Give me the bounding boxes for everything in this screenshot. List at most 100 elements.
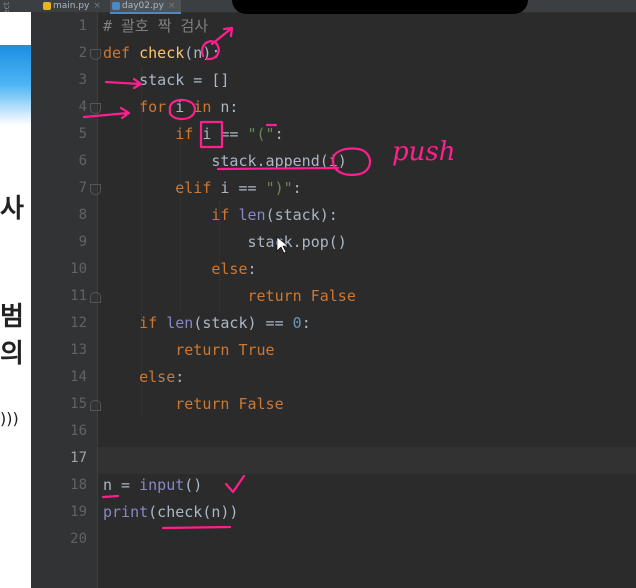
tab-main-py[interactable]: main.py × xyxy=(41,0,101,12)
code-token: for xyxy=(139,98,176,116)
line-number: 1 xyxy=(78,18,87,34)
code-line: for i in n: xyxy=(103,94,238,121)
code-token: if xyxy=(175,125,203,143)
underline-annotation xyxy=(161,525,232,530)
code-line: n = input() xyxy=(103,472,202,499)
line-number: 17 xyxy=(70,450,87,466)
code-token: n = xyxy=(103,476,140,494)
code-token: : xyxy=(301,314,311,332)
background-image xyxy=(0,45,31,125)
code-token: : xyxy=(274,125,284,143)
code-token: else xyxy=(139,368,176,386)
line-number: 4 xyxy=(78,99,87,115)
tab-close-icon[interactable]: × xyxy=(168,1,176,11)
line-number: 15 xyxy=(70,396,87,412)
push-annotation: push xyxy=(392,137,455,167)
line-number: 13 xyxy=(70,342,87,358)
code-line: return False xyxy=(103,391,283,418)
line-number: 10 xyxy=(70,261,87,277)
code-line: elif i == ")": xyxy=(103,175,302,202)
fold-end-icon[interactable] xyxy=(90,400,101,411)
code-token: stack = [] xyxy=(139,71,230,89)
code-line: # 괄호 짝 검사 xyxy=(103,13,208,40)
line-number: 8 xyxy=(78,207,87,223)
current-line-highlight xyxy=(98,447,636,474)
tab-label: main.py xyxy=(53,1,90,11)
code-token: stack.append(i) xyxy=(211,152,347,170)
tab-close-icon[interactable]: × xyxy=(93,1,101,11)
code-token: () xyxy=(184,476,203,494)
fold-end-icon[interactable] xyxy=(90,292,101,303)
line-number: 7 xyxy=(78,180,87,196)
fold-collapse-icon[interactable] xyxy=(90,49,101,60)
code-line: def check(n): xyxy=(103,40,220,67)
code-line: if i == "(": xyxy=(103,121,284,148)
code-token: i == xyxy=(220,179,266,197)
code-line: else: xyxy=(103,256,257,283)
tab-label: day02.py xyxy=(122,1,164,11)
code-token: return False xyxy=(247,287,356,305)
tab-day02-py[interactable]: day02.py × xyxy=(110,0,182,14)
code-token: # 괄호 짝 검사 xyxy=(103,17,209,35)
code-token: in xyxy=(193,98,221,116)
background-text: 범의 xyxy=(0,302,24,369)
background-window: 사 범의 ))) xyxy=(0,12,31,588)
code-token: (stack): xyxy=(265,206,338,224)
code-token: if xyxy=(139,314,167,332)
line-number: 3 xyxy=(78,72,87,88)
code-token: i == xyxy=(202,125,248,143)
code-token: (stack) == xyxy=(193,314,293,332)
code-token: n: xyxy=(220,98,239,116)
code-token: else xyxy=(211,260,248,278)
code-token: "(" xyxy=(247,125,275,143)
code-token: len xyxy=(166,314,194,332)
code-token: (n): xyxy=(184,44,221,62)
line-number: 18 xyxy=(70,477,87,493)
code-token: i xyxy=(175,98,194,116)
code-line: if len(stack) == 0: xyxy=(103,310,311,337)
line-number: 14 xyxy=(70,369,87,385)
code-line: print(check(n)) xyxy=(103,499,238,526)
code-token: return True xyxy=(175,341,275,359)
code-line: stack.append(i) xyxy=(103,148,347,175)
code-token: stack.pop() xyxy=(247,233,347,251)
line-number: 19 xyxy=(70,504,87,520)
code-token: def xyxy=(103,44,140,62)
code-token: input xyxy=(139,476,185,494)
line-number: 6 xyxy=(78,153,87,169)
line-number: 11 xyxy=(70,288,87,304)
code-token: (check(n)) xyxy=(148,503,239,521)
code-line: return False xyxy=(103,283,356,310)
code-token: : xyxy=(247,260,257,278)
fold-collapse-icon[interactable] xyxy=(90,184,101,195)
line-number: 20 xyxy=(70,531,87,547)
background-text: 사 xyxy=(0,194,24,224)
fold-collapse-icon[interactable] xyxy=(90,103,101,114)
code-line: if len(stack): xyxy=(103,202,338,229)
code-line: stack = [] xyxy=(103,67,229,94)
line-number: 5 xyxy=(78,126,87,142)
line-number: 2 xyxy=(78,45,87,61)
code-token: : xyxy=(292,179,302,197)
code-token: if xyxy=(211,206,239,224)
code-line: else: xyxy=(103,364,184,391)
overlay-black-bar xyxy=(232,0,528,14)
code-token: len xyxy=(238,206,266,224)
code-token: print xyxy=(103,503,149,521)
background-text: ))) xyxy=(0,409,19,428)
python-file-icon xyxy=(112,2,120,10)
line-number-gutter[interactable]: 1 2 3 4 5 6 7 8 9 10 11 12 13 14 15 16 17 18 19 20 xyxy=(31,12,98,588)
code-token: elif xyxy=(175,179,221,197)
code-token: 0 xyxy=(292,314,302,332)
